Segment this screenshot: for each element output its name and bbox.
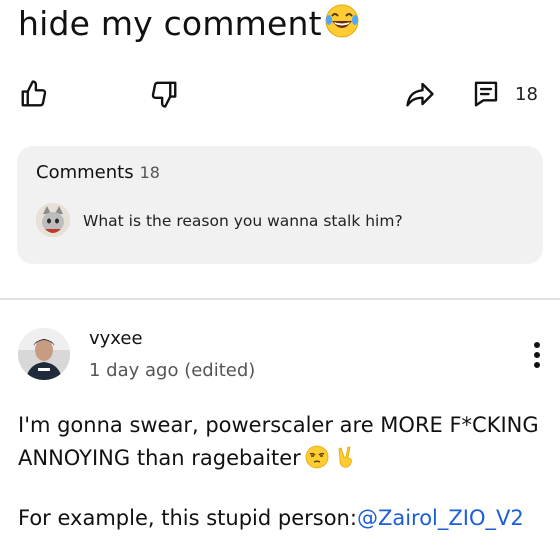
more-dot <box>534 352 540 358</box>
comment-text-line: ANNOYING than ragebaiter <box>18 445 357 470</box>
laughing-emoji-icon <box>325 4 359 38</box>
comments-button[interactable] <box>470 78 502 110</box>
divider <box>0 298 560 300</box>
preview-commenter-avatar <box>36 203 70 237</box>
unamused-face-icon <box>305 445 329 469</box>
post-text: hide my comment <box>18 2 360 46</box>
comment-icon <box>474 81 498 107</box>
comments-header: Comments 18 <box>36 162 160 183</box>
post-comments-screen: hide my comment 18 Comments 18 What is t… <box>0 0 560 560</box>
comment-text-line: For example, this stupid person:@Zairol_… <box>18 506 524 530</box>
more-options-button[interactable] <box>528 340 546 370</box>
comments-title: Comments <box>36 162 134 183</box>
comment-username[interactable]: vyxee <box>89 328 143 349</box>
thumbs-up-icon <box>21 80 47 107</box>
thumbs-down-icon <box>151 81 177 108</box>
comments-panel[interactable]: Comments 18 What is the reason you wanna … <box>17 146 543 264</box>
post-text-tail: hide my comment <box>18 4 322 43</box>
comment-text-segment: For example, this stupid person: <box>18 506 357 530</box>
more-dot <box>534 362 540 368</box>
comment-text-line: I'm gonna swear, powerscaler are MORE F*… <box>18 413 539 437</box>
comment-text-segment: ANNOYING than ragebaiter <box>18 446 301 470</box>
victory-hand-icon <box>338 446 352 468</box>
avatar[interactable] <box>18 328 70 380</box>
more-dot <box>534 342 540 348</box>
mention-link[interactable]: @Zairol_ZIO_V2 <box>357 506 524 530</box>
like-button[interactable] <box>18 78 50 110</box>
share-icon <box>406 82 434 107</box>
action-bar: 18 <box>0 72 560 116</box>
comments-panel-count: 18 <box>139 163 160 182</box>
dislike-button[interactable] <box>148 78 180 110</box>
comment-timestamp: 1 day ago (edited) <box>89 360 256 381</box>
comment-preview-text: What is the reason you wanna stalk him? <box>83 212 403 230</box>
comments-count: 18 <box>515 84 538 105</box>
share-button[interactable] <box>404 78 436 110</box>
